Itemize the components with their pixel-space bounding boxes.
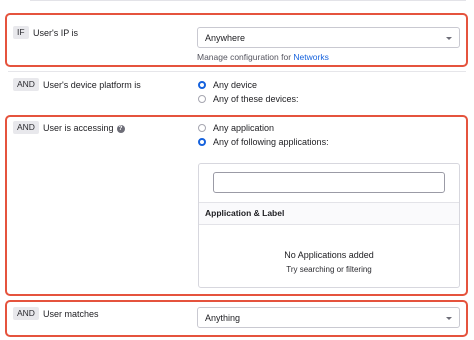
radio-selected-icon [198, 138, 206, 146]
empty-state-subtitle: Try searching or filtering [286, 265, 372, 274]
help-icon[interactable]: ? [116, 125, 125, 133]
networks-link[interactable]: Networks [293, 52, 328, 62]
and-keyword-badge: AND [13, 78, 39, 91]
radio-any-device[interactable]: Any device [198, 80, 257, 90]
application-search-input[interactable] [213, 172, 445, 193]
user-select[interactable]: Anything [197, 307, 460, 328]
radio-label: Any device [213, 80, 258, 90]
row-divider [8, 71, 466, 72]
radio-selected-icon [198, 81, 206, 89]
radio-any-application[interactable]: Any application [198, 123, 274, 133]
radio-unselected-icon [198, 124, 206, 132]
and-keyword-badge: AND [13, 307, 39, 320]
radio-label: Any of following applications: [213, 137, 329, 147]
applications-panel: Application & Label No Applications adde… [198, 163, 460, 288]
device-rule-label: User's device platform is [43, 80, 141, 90]
empty-state-title: No Applications added [284, 250, 374, 260]
access-rule-text: User is accessing [43, 123, 114, 133]
radio-any-of-these-devices[interactable]: Any of these devices: [198, 94, 299, 104]
radio-label: Any of these devices: [213, 94, 299, 104]
chevron-down-icon [446, 317, 452, 320]
chevron-down-icon [446, 37, 452, 40]
user-rule-label: User matches [43, 309, 99, 319]
top-divider [30, 0, 466, 1]
networks-helper: Manage configuration for Networks [197, 52, 329, 62]
ip-select-value: Anywhere [205, 33, 246, 43]
ip-rule-label: User's IP is [33, 28, 79, 38]
and-keyword-badge: AND [13, 121, 39, 134]
user-select-value: Anything [205, 313, 241, 323]
radio-following-applications[interactable]: Any of following applications: [198, 137, 329, 147]
radio-unselected-icon [198, 95, 206, 103]
radio-label: Any application [213, 123, 275, 133]
ip-select[interactable]: Anywhere [197, 27, 460, 48]
access-rule-label: User is accessing? [43, 123, 125, 133]
application-label-column-header: Application & Label [199, 202, 459, 225]
if-keyword-badge: IF [13, 26, 29, 39]
networks-helper-text: Manage configuration for [197, 52, 292, 62]
